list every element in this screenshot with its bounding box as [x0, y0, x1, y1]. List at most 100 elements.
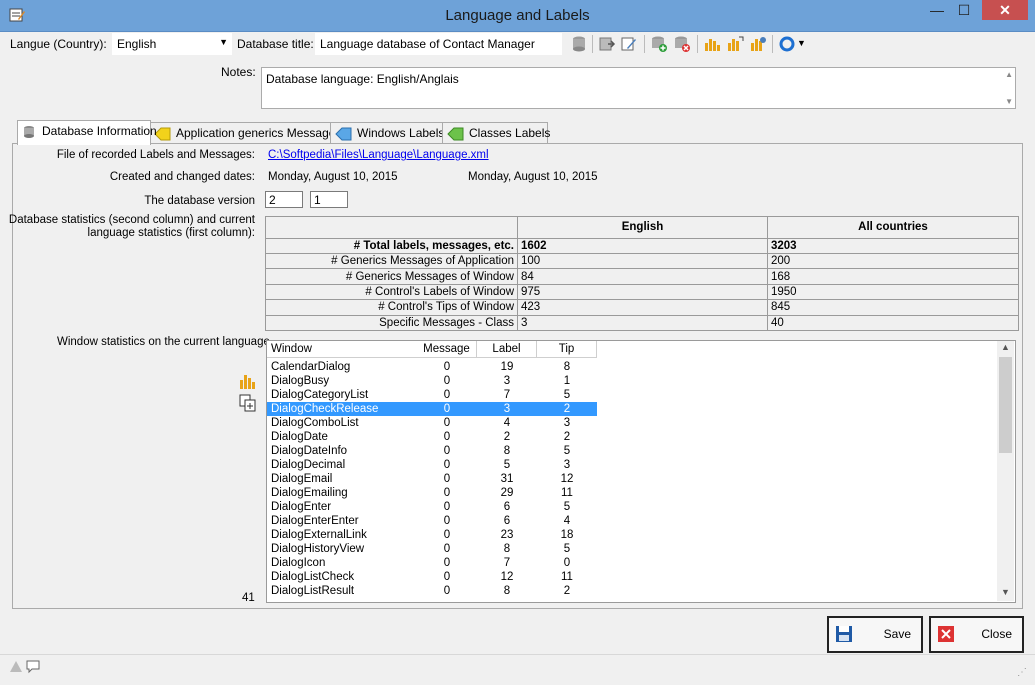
tip-count: 1 [563, 375, 571, 387]
scroll-up-icon[interactable]: ▲ [1005, 70, 1013, 79]
window-name: DialogDecimal [271, 459, 346, 471]
table-row[interactable]: DialogBusy 0 3 1 [267, 374, 597, 388]
help-menu-icon[interactable] [778, 35, 796, 53]
cell-english: 975 [517, 283, 768, 301]
table-row[interactable]: DialogEnter 0 6 5 [267, 500, 597, 514]
chart-icon[interactable] [703, 35, 721, 53]
window-name: DialogComboList [271, 417, 359, 429]
label-count: 7 [503, 389, 511, 401]
label-count: 29 [500, 487, 514, 499]
column-header-label[interactable]: Label [477, 341, 537, 358]
notes-value: Database language: English/Anglais [266, 72, 459, 86]
column-header-tip[interactable]: Tip [537, 341, 597, 358]
label-count: 8 [503, 543, 511, 555]
label-count: 8 [503, 445, 511, 457]
table-row: # Generics Messages of Application 100 2… [265, 252, 1019, 270]
message-count: 0 [443, 459, 451, 471]
table-row[interactable]: DialogDateInfo 0 8 5 [267, 444, 597, 458]
message-count: 0 [443, 557, 451, 569]
close-button[interactable]: Close [929, 616, 1024, 653]
save-button[interactable]: Save [827, 616, 923, 653]
tip-count: 11 [561, 571, 573, 583]
table-row[interactable]: DialogDate 0 2 2 [267, 430, 597, 444]
file-link[interactable]: C:\Softpedia\Files\Language\Language.xml [268, 149, 489, 161]
table-row[interactable]: DialogExternalLink 0 23 18 [267, 528, 597, 542]
table-row[interactable]: DialogEmailing 0 29 11 [267, 486, 597, 500]
help-menu-chevron-icon[interactable]: ▼ [797, 38, 806, 48]
column-header-window[interactable]: Window [267, 341, 420, 358]
table-row[interactable]: DialogDecimal 0 5 3 [267, 458, 597, 472]
window-name: DialogEnterEnter [271, 515, 359, 527]
table-row[interactable]: DialogCheckRelease 0 3 2 [267, 402, 597, 416]
row-label: # Total labels, messages, etc. [265, 237, 518, 254]
scroll-up-icon[interactable]: ▲ [1001, 342, 1010, 352]
message-count: 0 [443, 487, 451, 499]
scrollbar-thumb[interactable] [999, 357, 1012, 453]
label-count: 4 [503, 417, 511, 429]
notes-textarea[interactable]: Database language: English/Anglais ▲ ▼ [261, 67, 1016, 109]
label-count: 7 [503, 557, 511, 569]
title-bar[interactable]: Language and Labels — ☐ ✕ [0, 0, 1035, 32]
table-row[interactable]: DialogHistoryView 0 8 5 [267, 542, 597, 556]
scroll-down-icon[interactable]: ▼ [1001, 587, 1010, 597]
window-name: DialogDateInfo [271, 445, 348, 457]
label-count: 6 [503, 515, 511, 527]
window-name: DialogDate [271, 431, 328, 443]
minimize-button[interactable]: — [924, 0, 950, 20]
database-icon[interactable] [570, 35, 588, 53]
tab-database-information[interactable]: Database Information [17, 120, 157, 145]
message-count: 0 [443, 515, 451, 527]
scroll-down-icon[interactable]: ▼ [1005, 97, 1013, 106]
window-name: DialogEmailing [271, 487, 348, 499]
chart-settings-icon[interactable] [749, 35, 767, 53]
cell-english: 423 [517, 299, 768, 316]
table-row: # Generics Messages of Window 84 168 [265, 268, 1019, 285]
table-row[interactable]: DialogEnterEnter 0 6 4 [267, 514, 597, 528]
table-row[interactable]: DialogCategoryList 0 7 5 [267, 388, 597, 402]
message-count: 0 [443, 375, 451, 387]
comment-icon[interactable] [25, 659, 41, 674]
tip-count: 5 [563, 445, 571, 457]
tip-count: 3 [563, 459, 571, 471]
window-statistics-list[interactable]: Window Message Label Tip CalendarDialog 0… [266, 340, 1016, 603]
tip-count: 8 [563, 361, 571, 373]
cell-english: 1602 [517, 237, 768, 254]
tab-classes-labels[interactable]: Classes Labels [442, 122, 550, 144]
delete-database-icon[interactable] [673, 35, 691, 53]
table-row[interactable]: DialogIcon 0 7 0 [267, 556, 597, 570]
tip-count: 2 [563, 431, 571, 443]
table-row[interactable]: DialogListResult 0 8 2 [267, 584, 597, 598]
version-minor-input[interactable]: 1 [310, 191, 348, 208]
copy-icon[interactable] [239, 394, 257, 412]
resize-grip-icon[interactable]: ⋰ [1017, 667, 1027, 678]
tab-application-generics-messages[interactable]: Application generics Messages [149, 122, 341, 144]
tip-count: 5 [563, 389, 571, 401]
tag-icon [447, 127, 464, 141]
table-header-row: English All countries [265, 216, 1019, 239]
column-header-message[interactable]: Message [417, 341, 477, 358]
message-count: 0 [443, 445, 451, 457]
database-title-input[interactable]: Language database of Contact Manager [315, 33, 562, 55]
table-row: Specific Messages - Class 3 40 [265, 314, 1019, 332]
chart-icon[interactable] [239, 372, 257, 390]
language-combo[interactable]: English ▼ [112, 33, 232, 55]
cell-all-countries: 200 [767, 252, 1019, 270]
edit-icon[interactable] [620, 35, 638, 53]
version-major-input[interactable]: 2 [265, 191, 303, 208]
table-row[interactable]: DialogComboList 0 4 3 [267, 416, 597, 430]
add-database-icon[interactable] [650, 35, 668, 53]
label-count: 3 [503, 375, 511, 387]
export-icon[interactable] [598, 35, 616, 53]
tab-windows-labels[interactable]: Windows Labels [330, 122, 445, 144]
window-name: DialogCheckRelease [271, 403, 379, 415]
created-date: Monday, August 10, 2015 [268, 171, 398, 183]
close-window-button[interactable]: ✕ [982, 0, 1028, 20]
table-row[interactable]: DialogListCheck 0 12 11 [267, 570, 597, 584]
chart-export-icon[interactable] [726, 35, 744, 53]
table-row: # Total labels, messages, etc. 1602 3203 [265, 237, 1019, 254]
tip-count: 5 [563, 543, 571, 555]
cell-all-countries: 40 [767, 314, 1019, 332]
table-row[interactable]: DialogEmail 0 31 12 [267, 472, 597, 486]
table-row[interactable]: CalendarDialog 0 19 8 [267, 360, 597, 374]
maximize-button[interactable]: ☐ [951, 0, 977, 20]
